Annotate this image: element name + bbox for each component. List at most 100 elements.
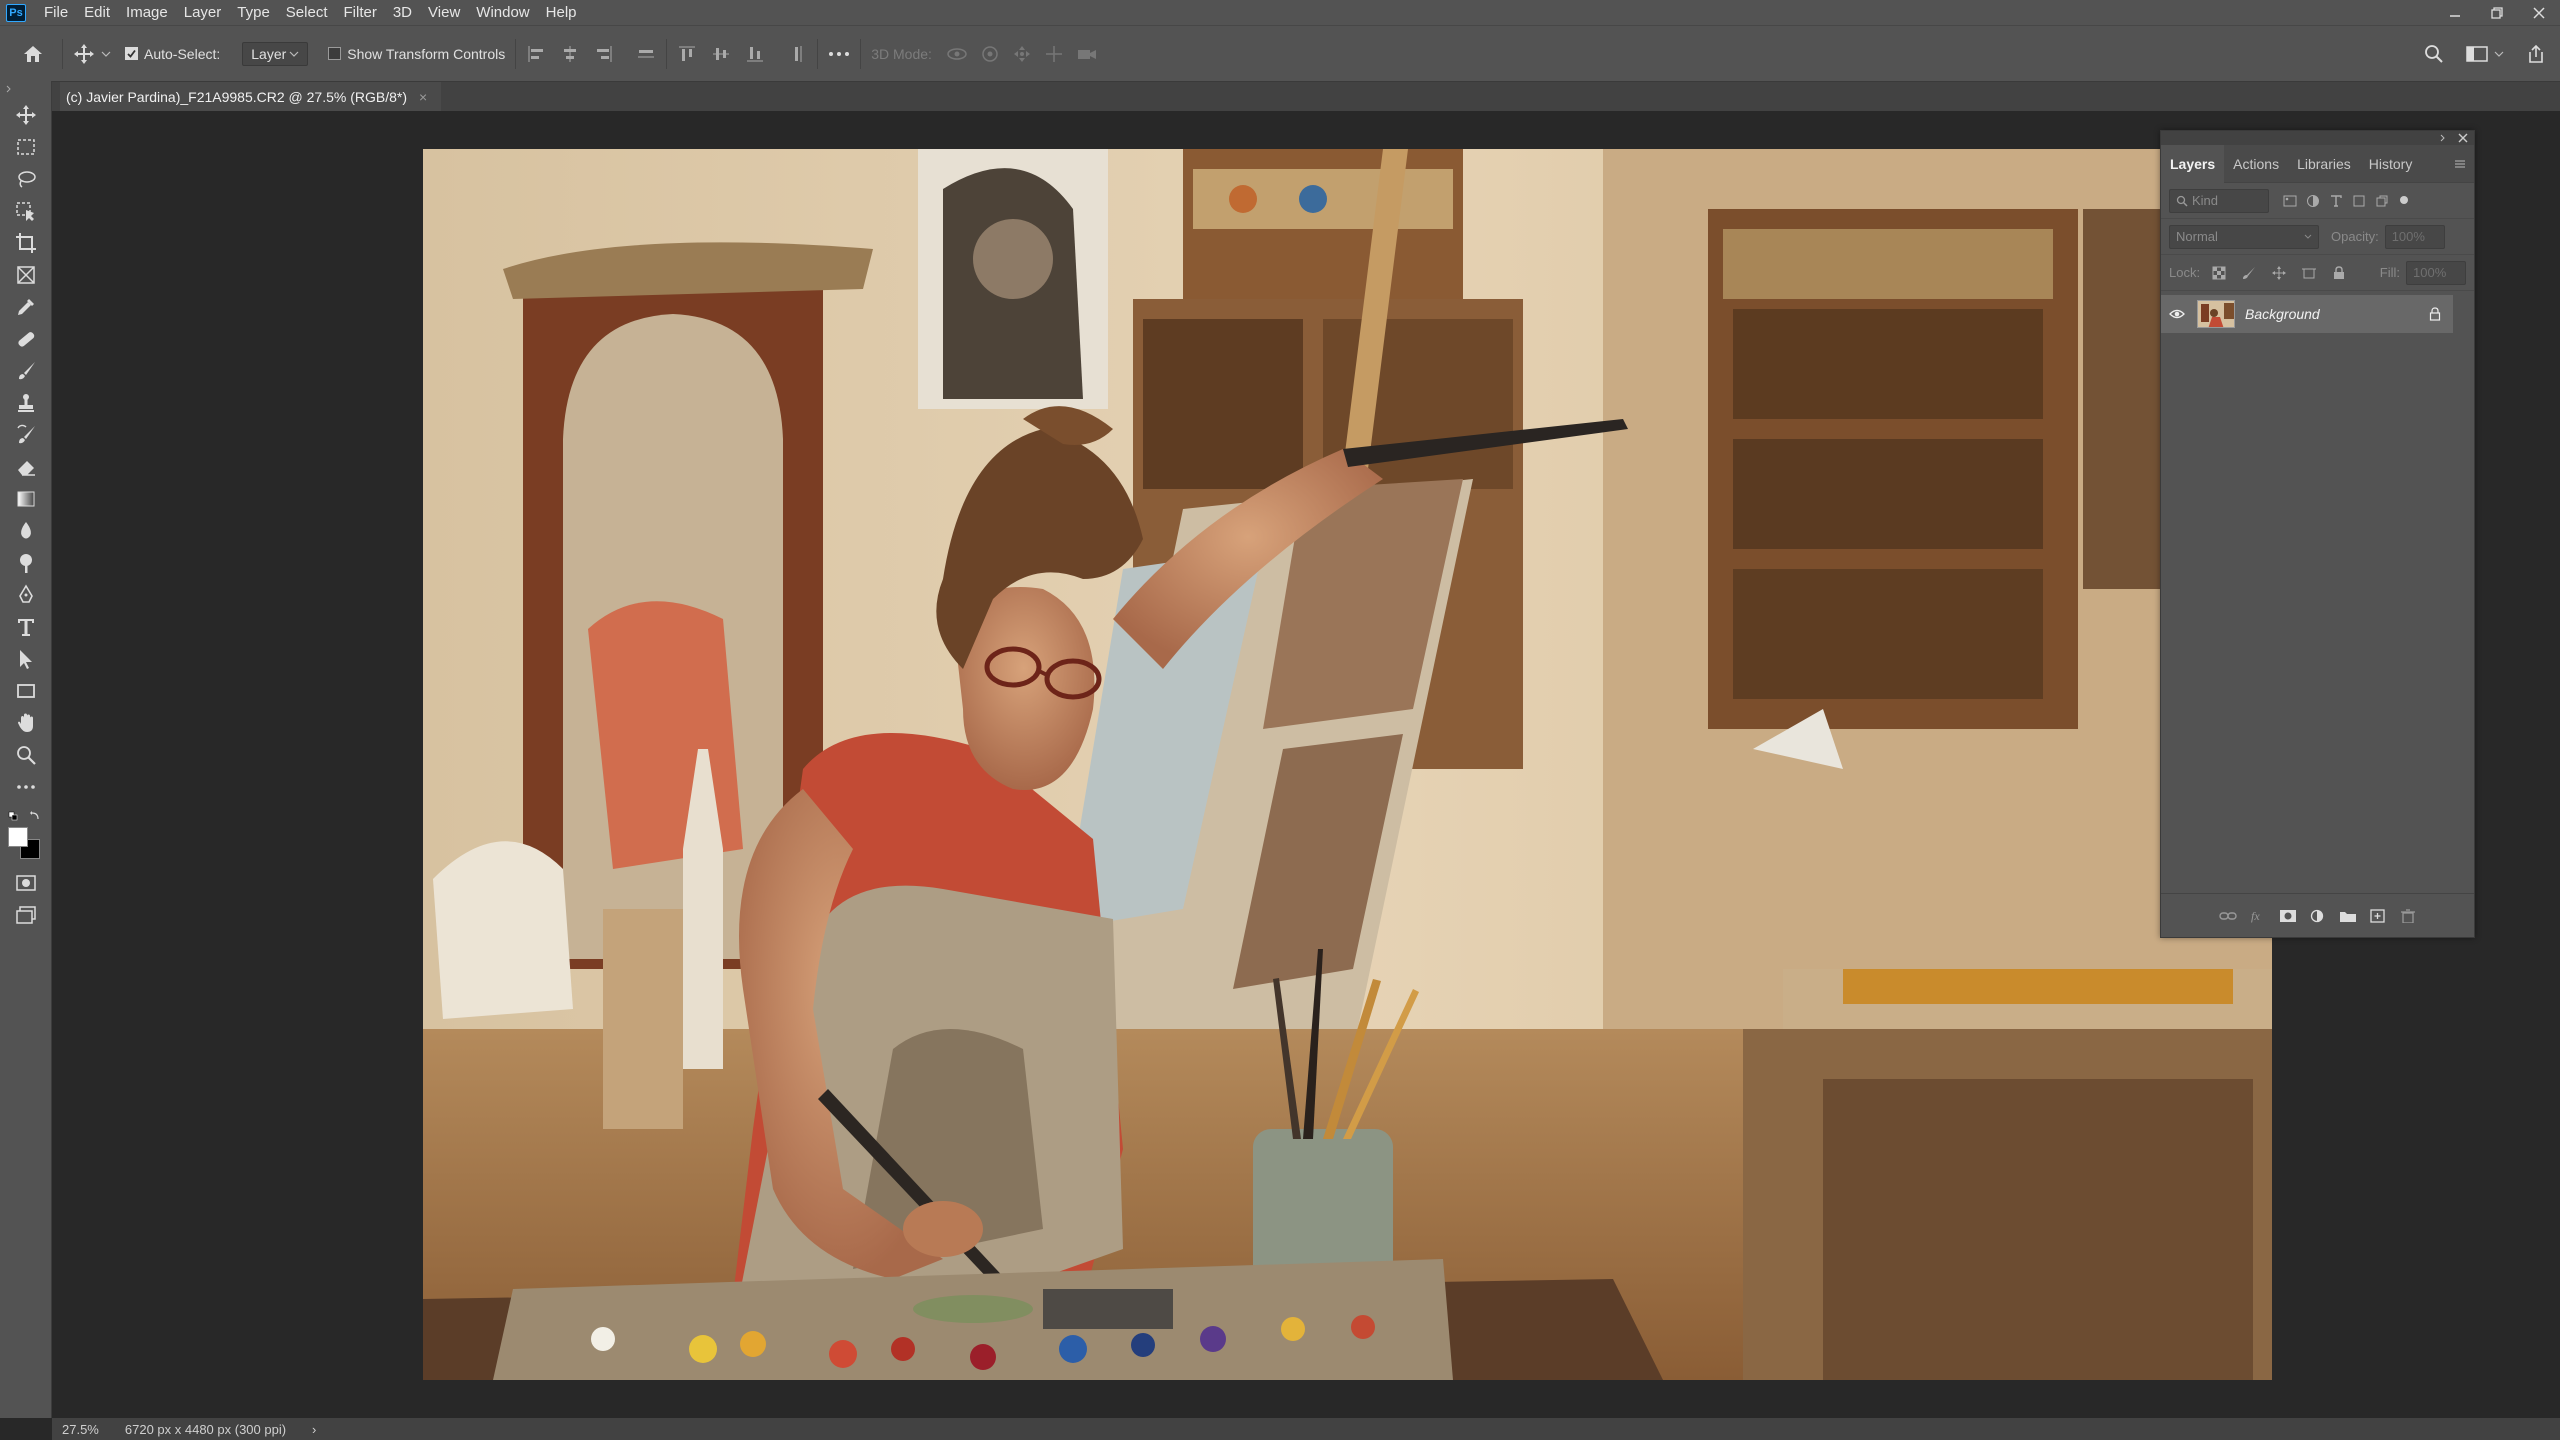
- frame-icon[interactable]: [12, 261, 40, 289]
- menu-window[interactable]: Window: [468, 0, 537, 25]
- blur-icon[interactable]: [12, 517, 40, 545]
- menu-file[interactable]: File: [36, 0, 76, 25]
- delete-layer-icon[interactable]: [2399, 908, 2417, 923]
- 3d-camera-icon[interactable]: [1076, 44, 1098, 64]
- crop-icon[interactable]: [12, 229, 40, 257]
- more-options-icon[interactable]: [828, 50, 850, 58]
- 3d-orbit-icon[interactable]: [946, 44, 968, 64]
- path-select-icon[interactable]: [12, 645, 40, 673]
- more-tools-icon[interactable]: [12, 773, 40, 801]
- fill-field[interactable]: 100%: [2406, 260, 2466, 285]
- eyedropper-icon[interactable]: [12, 293, 40, 321]
- lock-transparent-icon[interactable]: [2208, 262, 2230, 284]
- align-middle-icon[interactable]: [711, 44, 731, 64]
- new-group-icon[interactable]: [2339, 909, 2357, 923]
- filter-type-icon[interactable]: [2329, 194, 2343, 208]
- layer-style-fx-icon[interactable]: fx: [2249, 909, 2267, 923]
- search-icon[interactable]: [2424, 44, 2444, 64]
- tool-preset-picker[interactable]: [73, 43, 111, 65]
- filter-kind-dropdown[interactable]: Kind: [2169, 188, 2269, 213]
- home-icon[interactable]: [22, 44, 44, 64]
- lock-artboard-icon[interactable]: [2298, 262, 2320, 284]
- share-icon[interactable]: [2526, 44, 2546, 64]
- distribute-icon[interactable]: [636, 44, 656, 64]
- link-layers-icon[interactable]: [2218, 909, 2237, 923]
- gradient-icon[interactable]: [12, 485, 40, 513]
- 3d-pan-icon[interactable]: [1012, 44, 1032, 64]
- new-layer-icon[interactable]: [2369, 908, 2387, 923]
- adjustment-layer-icon[interactable]: [2309, 909, 2327, 923]
- type-icon[interactable]: [12, 613, 40, 641]
- zoom-level[interactable]: 27.5%: [62, 1422, 99, 1437]
- quick-mask-icon[interactable]: [12, 869, 40, 897]
- panel-menu-icon[interactable]: [2454, 159, 2466, 169]
- rectangle-icon[interactable]: [12, 677, 40, 705]
- move-icon[interactable]: [12, 101, 40, 129]
- minimize-icon[interactable]: [2448, 6, 2462, 20]
- filter-pixel-icon[interactable]: [2283, 194, 2297, 208]
- opacity-field[interactable]: 100%: [2384, 224, 2445, 249]
- menu-image[interactable]: Image: [118, 0, 176, 25]
- panel-title-bar[interactable]: [2161, 131, 2474, 145]
- menu-filter[interactable]: Filter: [336, 0, 385, 25]
- chevron-down-icon: [289, 51, 299, 57]
- lasso-icon[interactable]: [12, 165, 40, 193]
- align-right-icon[interactable]: [594, 44, 614, 64]
- workspace-switcher[interactable]: [2466, 45, 2504, 63]
- close-icon[interactable]: [2532, 6, 2546, 20]
- show-transform-checkbox[interactable]: Show Transform Controls: [328, 46, 505, 62]
- close-tab-icon[interactable]: ×: [419, 89, 427, 105]
- visibility-eye-icon[interactable]: [2169, 308, 2185, 320]
- brush-icon[interactable]: [12, 357, 40, 385]
- history-brush-icon[interactable]: [12, 421, 40, 449]
- tab-layers[interactable]: Layers: [2161, 144, 2225, 183]
- menu-3d[interactable]: 3D: [385, 0, 420, 25]
- dodge-icon[interactable]: [12, 549, 40, 577]
- document-tab[interactable]: (c) Javier Pardina)_F21A9985.CR2 @ 27.5%…: [60, 82, 442, 112]
- menu-help[interactable]: Help: [538, 0, 585, 25]
- align-left-icon[interactable]: [526, 44, 546, 64]
- color-swatches[interactable]: [6, 825, 40, 859]
- filter-adjustment-icon[interactable]: [2306, 194, 2320, 208]
- tab-actions[interactable]: Actions: [2224, 145, 2288, 183]
- menu-layer[interactable]: Layer: [176, 0, 230, 25]
- marquee-icon[interactable]: [12, 133, 40, 161]
- align-top-icon[interactable]: [677, 44, 697, 64]
- healing-icon[interactable]: [12, 325, 40, 353]
- auto-select-target-dropdown[interactable]: Layer: [242, 41, 309, 66]
- menu-type[interactable]: Type: [229, 0, 278, 25]
- zoom-icon[interactable]: [12, 741, 40, 769]
- add-mask-icon[interactable]: [2279, 909, 2297, 923]
- menu-edit[interactable]: Edit: [76, 0, 118, 25]
- screen-mode-icon[interactable]: [12, 901, 40, 929]
- eraser-icon[interactable]: [12, 453, 40, 481]
- restore-icon[interactable]: [2490, 6, 2504, 20]
- lock-all-icon[interactable]: [2328, 262, 2350, 284]
- blend-mode-dropdown[interactable]: Normal: [2169, 224, 2319, 249]
- menu-view[interactable]: View: [420, 0, 468, 25]
- layer-row-background[interactable]: Background: [2161, 295, 2453, 333]
- filter-toggle-icon[interactable]: [2398, 194, 2410, 206]
- filter-shape-icon[interactable]: [2352, 194, 2366, 208]
- 3d-roll-icon[interactable]: [980, 44, 1000, 64]
- status-menu-arrow[interactable]: ›: [312, 1422, 316, 1437]
- lock-pixels-icon[interactable]: [2238, 262, 2260, 284]
- object-select-icon[interactable]: [12, 197, 40, 225]
- default-colors-icon[interactable]: [8, 809, 42, 821]
- hand-icon[interactable]: [12, 709, 40, 737]
- tab-history[interactable]: History: [2360, 145, 2422, 183]
- filter-smart-object-icon[interactable]: [2375, 194, 2389, 208]
- align-bottom-icon[interactable]: [745, 44, 765, 64]
- align-center-h-icon[interactable]: [560, 44, 580, 64]
- auto-select-checkbox[interactable]: Auto-Select:: [125, 46, 220, 62]
- 3d-slide-icon[interactable]: [1044, 44, 1064, 64]
- pen-icon[interactable]: [12, 581, 40, 609]
- foreground-color-swatch[interactable]: [8, 827, 28, 847]
- layer-name[interactable]: Background: [2245, 306, 2320, 322]
- distribute-vertical-icon[interactable]: [787, 44, 807, 64]
- menu-select[interactable]: Select: [278, 0, 336, 25]
- lock-position-icon[interactable]: [2268, 262, 2290, 284]
- stamp-icon[interactable]: [12, 389, 40, 417]
- tab-libraries[interactable]: Libraries: [2288, 145, 2360, 183]
- document-image[interactable]: [423, 149, 2272, 1380]
